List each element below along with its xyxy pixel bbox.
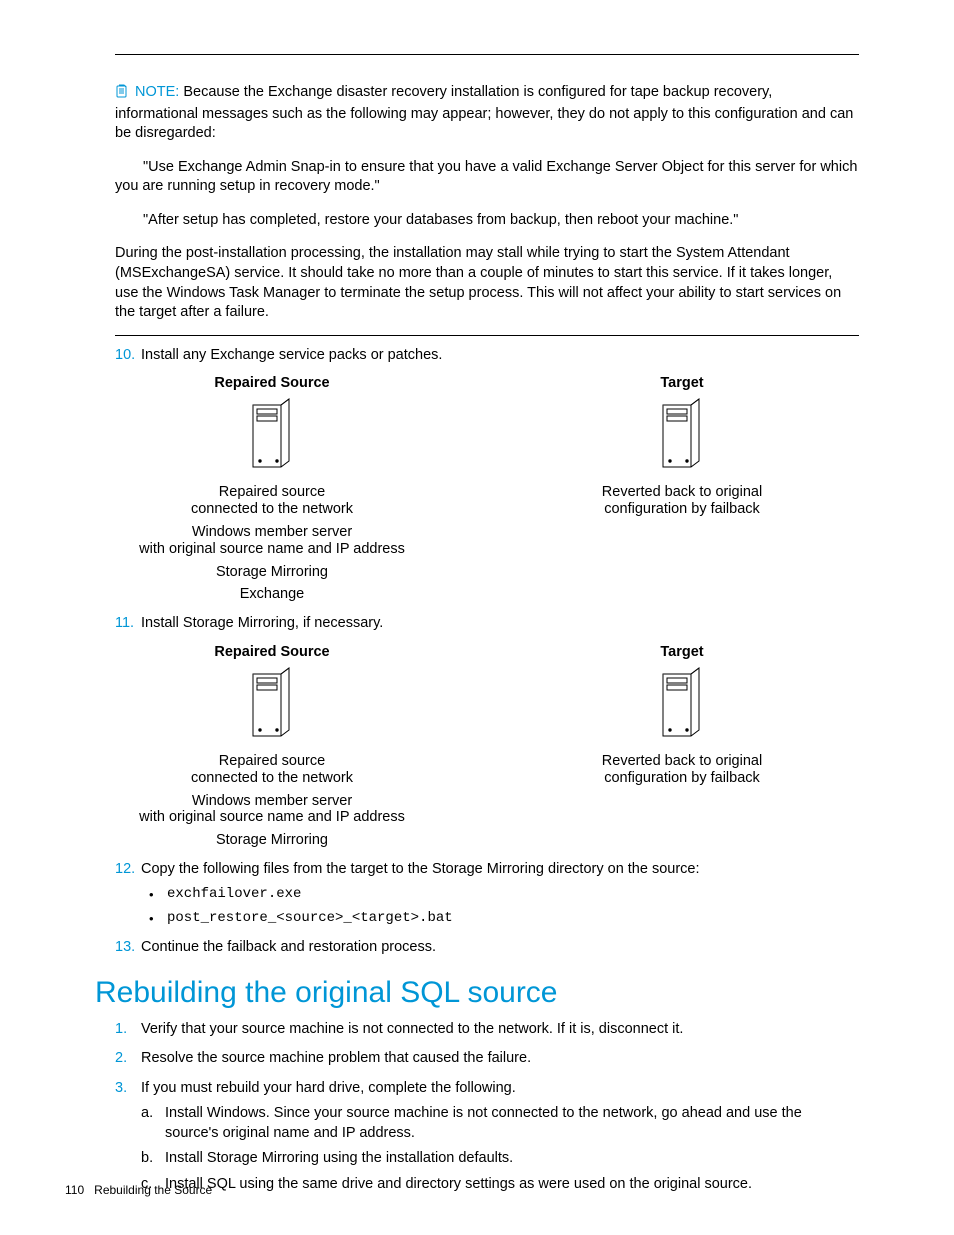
caption-line: with original source name and IP address — [122, 808, 422, 827]
caption-line: connected to the network — [122, 500, 422, 519]
tower-icon — [247, 397, 297, 479]
step-text: Resolve the source machine problem that … — [141, 1049, 859, 1069]
sql-substep-c: c.Install SQL using the same drive and d… — [141, 1175, 859, 1195]
step-11: 11. Install Storage Mirroring, if necess… — [115, 614, 859, 634]
filename: exchfailover.exe — [167, 886, 301, 904]
step-number: 13. — [115, 938, 141, 958]
note-block: NOTE: Because the Exchange disaster reco… — [115, 83, 859, 144]
page-number: 110 — [65, 1183, 84, 1197]
step-text: Install Storage Mirroring, if necessary. — [141, 614, 859, 634]
step-number: 12. — [115, 860, 141, 880]
target-header: Target — [532, 644, 832, 660]
diagram-2: Repaired Source Repaired source connecte… — [95, 644, 859, 850]
step-number: 11. — [115, 614, 141, 634]
step-text: Continue the failback and restoration pr… — [141, 938, 859, 958]
sql-step-3: 3. If you must rebuild your hard drive, … — [115, 1079, 859, 1099]
sql-step-2: 2. Resolve the source machine problem th… — [115, 1049, 859, 1069]
caption-line: with original source name and IP address — [122, 540, 422, 559]
repaired-source-header: Repaired Source — [122, 375, 422, 391]
sql-step-1: 1. Verify that your source machine is no… — [115, 1020, 859, 1040]
substep-letter: a. — [141, 1104, 165, 1143]
bullet-icon: • — [149, 886, 167, 904]
repaired-source-header: Repaired Source — [122, 644, 422, 660]
quote-1: "Use Exchange Admin Snap-in to ensure th… — [115, 158, 859, 197]
step-number: 3. — [115, 1079, 141, 1099]
diagram-1-left: Repaired Source Repaired source connecte… — [122, 375, 422, 604]
caption-line: connected to the network — [122, 769, 422, 788]
step-text: If you must rebuild your hard drive, com… — [141, 1079, 859, 1099]
bullet-item: •exchfailover.exe — [149, 886, 859, 904]
step-text: Verify that your source machine is not c… — [141, 1020, 859, 1040]
sql-substep-a: a.Install Windows. Since your source mac… — [141, 1104, 859, 1143]
note-icon — [115, 84, 131, 105]
caption-line: Exchange — [122, 585, 422, 604]
caption-line: Storage Mirroring — [122, 563, 422, 582]
substep-text: Install Storage Mirroring using the inst… — [165, 1149, 513, 1169]
note-paragraph: NOTE: Because the Exchange disaster reco… — [115, 83, 859, 144]
diagram-1-right: Target Reverted back to original configu… — [532, 375, 832, 604]
substep-text: Install SQL using the same drive and dir… — [165, 1175, 752, 1195]
tower-icon — [657, 666, 707, 748]
diagram-2-right: Target Reverted back to original configu… — [532, 644, 832, 850]
step-number: 10. — [115, 346, 141, 366]
step-text: Copy the following files from the target… — [141, 860, 859, 880]
caption-line: configuration by failback — [532, 500, 832, 519]
step-10: 10. Install any Exchange service packs o… — [115, 346, 859, 366]
caption-line: configuration by failback — [532, 769, 832, 788]
diagram-2-left: Repaired Source Repaired source connecte… — [122, 644, 422, 850]
tower-icon — [247, 666, 297, 748]
substep-text: Install Windows. Since your source machi… — [165, 1104, 859, 1143]
page-footer: 110 Rebuilding the Source — [65, 1183, 212, 1197]
footer-section: Rebuilding the Source — [94, 1183, 212, 1197]
bullet-item: •post_restore_<source>_<target>.bat — [149, 910, 859, 928]
caption-line: Storage Mirroring — [122, 831, 422, 850]
note-text: Because the Exchange disaster recovery i… — [115, 84, 853, 141]
section-heading: Rebuilding the original SQL source — [95, 976, 859, 1010]
note-label: NOTE: — [135, 84, 183, 100]
tower-icon — [657, 397, 707, 479]
step-13: 13. Continue the failback and restoratio… — [115, 938, 859, 958]
step-text: Install any Exchange service packs or pa… — [141, 346, 859, 366]
step-number: 1. — [115, 1020, 141, 1040]
substep-letter: b. — [141, 1149, 165, 1169]
quote-2: "After setup has completed, restore your… — [115, 211, 859, 231]
post-install-para: During the post-installation processing,… — [115, 244, 859, 322]
bullet-icon: • — [149, 910, 167, 928]
step-number: 2. — [115, 1049, 141, 1069]
filename: post_restore_<source>_<target>.bat — [167, 910, 453, 928]
step-12: 12. Copy the following files from the ta… — [115, 860, 859, 880]
target-header: Target — [532, 375, 832, 391]
sql-substep-b: b.Install Storage Mirroring using the in… — [141, 1149, 859, 1169]
diagram-1: Repaired Source Repaired source connecte… — [95, 375, 859, 604]
